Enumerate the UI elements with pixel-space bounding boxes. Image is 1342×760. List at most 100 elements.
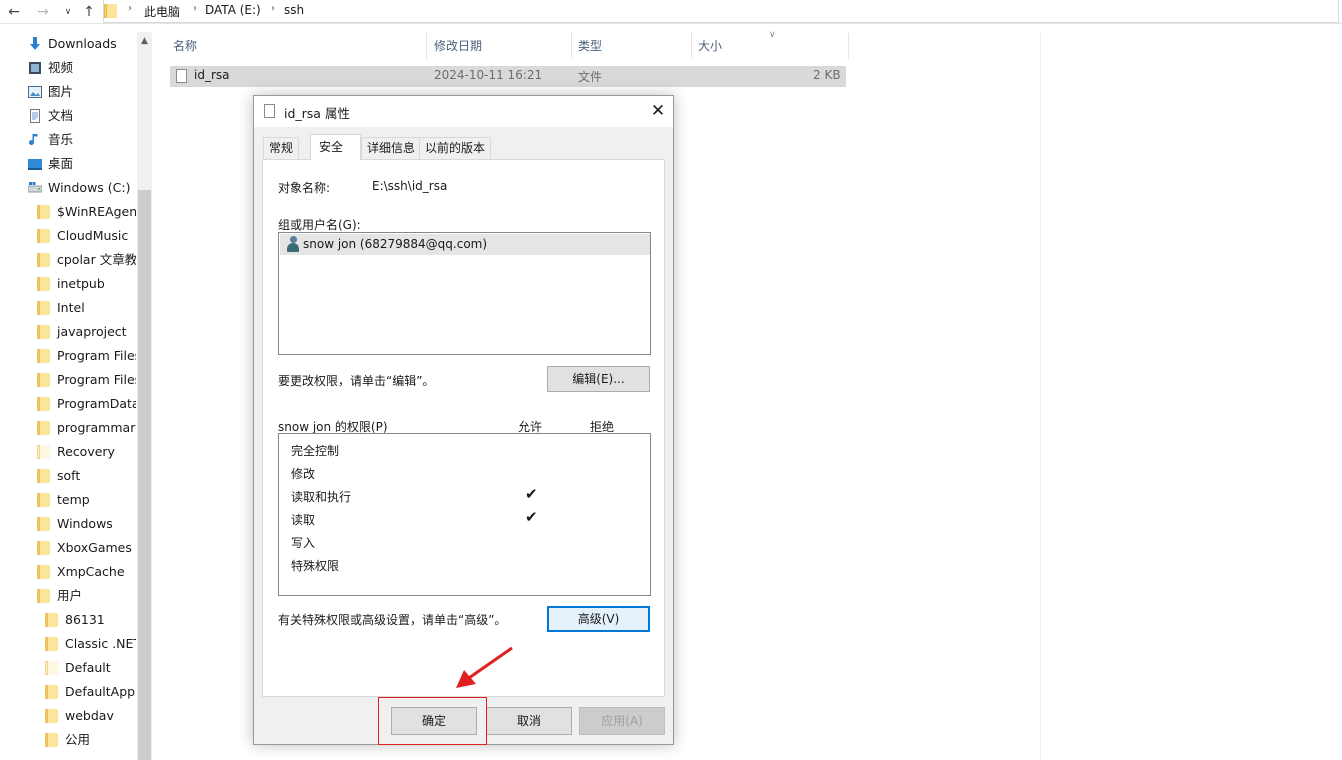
sort-chevron-icon: ∨ [769, 30, 776, 40]
nav-folder-item[interactable]: 用户 [37, 585, 136, 607]
nav-folder-label: 公用 [65, 732, 91, 747]
dialog-title-bar[interactable]: id_rsa 属性 ✕ [254, 96, 673, 127]
nav-folder-item[interactable]: XmpCache [37, 561, 136, 583]
nav-folder-label: XmpCache [57, 564, 125, 579]
crumb-separator-icon: › [193, 3, 197, 14]
nav-folder-item[interactable]: XboxGames [37, 537, 136, 559]
nav-folder-item[interactable]: Intel [37, 297, 136, 319]
nav-folder-label: Recovery [57, 444, 115, 459]
nav-folder-item[interactable]: Classic .NET [45, 633, 136, 655]
column-header-name[interactable]: 名称 [167, 33, 427, 59]
nav-folder-item[interactable]: 86131 [45, 609, 136, 631]
column-header-date[interactable]: 修改日期 [428, 33, 572, 59]
pane-divider [1040, 33, 1041, 760]
permission-row: 读取 ✔ [279, 508, 649, 531]
folder-icon [45, 685, 58, 699]
object-name-label: 对象名称: [278, 181, 331, 195]
picture-icon [28, 86, 42, 98]
nav-folder-label: temp [57, 492, 90, 507]
permission-name: 写入 [291, 536, 316, 550]
nav-folder-item[interactable]: DefaultAppP [45, 681, 136, 703]
tab-security[interactable]: 安全 [310, 134, 361, 160]
tab-previous-versions[interactable]: 以前的版本 [419, 137, 492, 159]
security-tab-panel: 对象名称: E:\ssh\id_rsa 组或用户名(G): snow jon (… [262, 159, 665, 697]
crumb-separator-icon: › [128, 3, 132, 14]
user-list-item[interactable]: snow jon (68279884@qq.com) [280, 234, 650, 255]
nav-folder-item[interactable]: Windows [37, 513, 136, 535]
folder-icon [37, 349, 50, 363]
folder-icon [37, 205, 50, 219]
nav-folder-item[interactable]: soft [37, 465, 136, 487]
edit-button[interactable]: 编辑(E)... [547, 366, 650, 392]
object-name-value: E:\ssh\id_rsa [372, 179, 448, 193]
nav-folder-label: javaproject [57, 324, 127, 339]
recent-locations-chevron-icon[interactable]: ∨ [58, 2, 78, 22]
file-name: id_rsa [194, 68, 230, 82]
nav-item-music[interactable]: 音乐 [28, 129, 136, 151]
folder-icon [104, 4, 117, 18]
crumb-data-drive[interactable]: DATA (E:) [205, 3, 261, 17]
nav-folder-item[interactable]: Recovery [37, 441, 136, 463]
nav-item-windows-c[interactable]: Windows (C:) [28, 177, 136, 199]
breadcrumb[interactable]: › 此电脑 › DATA (E:) › ssh [103, 0, 1339, 23]
nav-item-videos[interactable]: 视频 [28, 57, 136, 79]
nav-folder-item[interactable]: Default [45, 657, 136, 679]
document-icon [30, 109, 40, 123]
user-list[interactable]: snow jon (68279884@qq.com) [278, 232, 651, 355]
file-list-header: 名称 修改日期 类型 大小 ∨ [152, 30, 849, 59]
folder-icon [45, 733, 58, 747]
download-arrow-icon [30, 37, 40, 50]
folder-icon [37, 469, 50, 483]
nav-folder-item[interactable]: temp [37, 489, 136, 511]
folder-icon [45, 709, 58, 723]
cancel-button[interactable]: 取消 [486, 707, 572, 735]
crumb-ssh[interactable]: ssh [284, 3, 304, 17]
tab-general[interactable]: 常规 [263, 137, 300, 159]
nav-item-pictures[interactable]: 图片 [28, 81, 136, 103]
crumb-this-pc[interactable]: 此电脑 [144, 3, 180, 20]
nav-folder-item[interactable]: Program Files [37, 345, 136, 367]
nav-folder-label: Classic .NET [65, 636, 136, 651]
user-icon [287, 236, 299, 252]
nav-folder-item[interactable]: ProgramData [37, 393, 136, 415]
nav-item-downloads[interactable]: Downloads [28, 33, 136, 55]
nav-folder-item[interactable]: webdav [45, 705, 136, 727]
nav-folder-item[interactable]: javaproject [37, 321, 136, 343]
up-arrow-icon[interactable]: ↑ [79, 2, 99, 22]
nav-folder-item[interactable]: cpolar 文章教 [37, 249, 136, 271]
advanced-hint: 有关特殊权限或高级设置，请单击“高级”。 [278, 613, 507, 627]
file-row[interactable]: id_rsa 2024-10-11 16:21 文件 2 KB [170, 66, 846, 87]
folder-icon [37, 373, 50, 387]
folder-icon [37, 445, 50, 459]
column-header-type[interactable]: 类型 [572, 33, 692, 59]
tab-details[interactable]: 详细信息 [361, 137, 422, 159]
nav-folder-label: Program Files [57, 372, 136, 387]
folder-icon [45, 613, 58, 627]
close-icon[interactable]: ✕ [646, 99, 670, 123]
nav-folder-item[interactable]: $WinREAgent [37, 201, 136, 223]
folder-icon [37, 565, 50, 579]
nav-item-desktop[interactable]: 桌面 [28, 153, 136, 175]
group-user-label: 组或用户名(G): [278, 218, 361, 232]
advanced-button[interactable]: 高级(V) [547, 606, 650, 632]
permission-name: 读取和执行 [291, 490, 352, 504]
nav-folder-item[interactable]: 公用 [45, 729, 136, 751]
video-icon [29, 62, 41, 74]
permission-name: 完全控制 [291, 444, 340, 458]
permissions-list[interactable]: 完全控制 修改 读取和执行 ✔ 读取 ✔ 写入 特殊权限 [278, 433, 651, 596]
back-arrow-icon[interactable]: ← [4, 2, 24, 22]
nav-folder-item[interactable]: inetpub [37, 273, 136, 295]
nav-folder-label: $WinREAgent [57, 204, 136, 219]
nav-folder-label: XboxGames [57, 540, 132, 555]
apply-button[interactable]: 应用(A) [579, 707, 665, 735]
allow-checkmark-icon: ✔ [525, 508, 538, 526]
nav-folder-label: Default [65, 660, 111, 675]
folder-icon [37, 517, 50, 531]
nav-folder-item[interactable]: Program Files [37, 369, 136, 391]
nav-folder-item[interactable]: CloudMusic [37, 225, 136, 247]
nav-folder-item[interactable]: programmarS [37, 417, 136, 439]
forward-arrow-icon[interactable]: → [33, 2, 53, 22]
permission-name: 修改 [291, 467, 316, 481]
music-note-icon [29, 134, 38, 145]
nav-item-documents[interactable]: 文档 [28, 105, 136, 127]
